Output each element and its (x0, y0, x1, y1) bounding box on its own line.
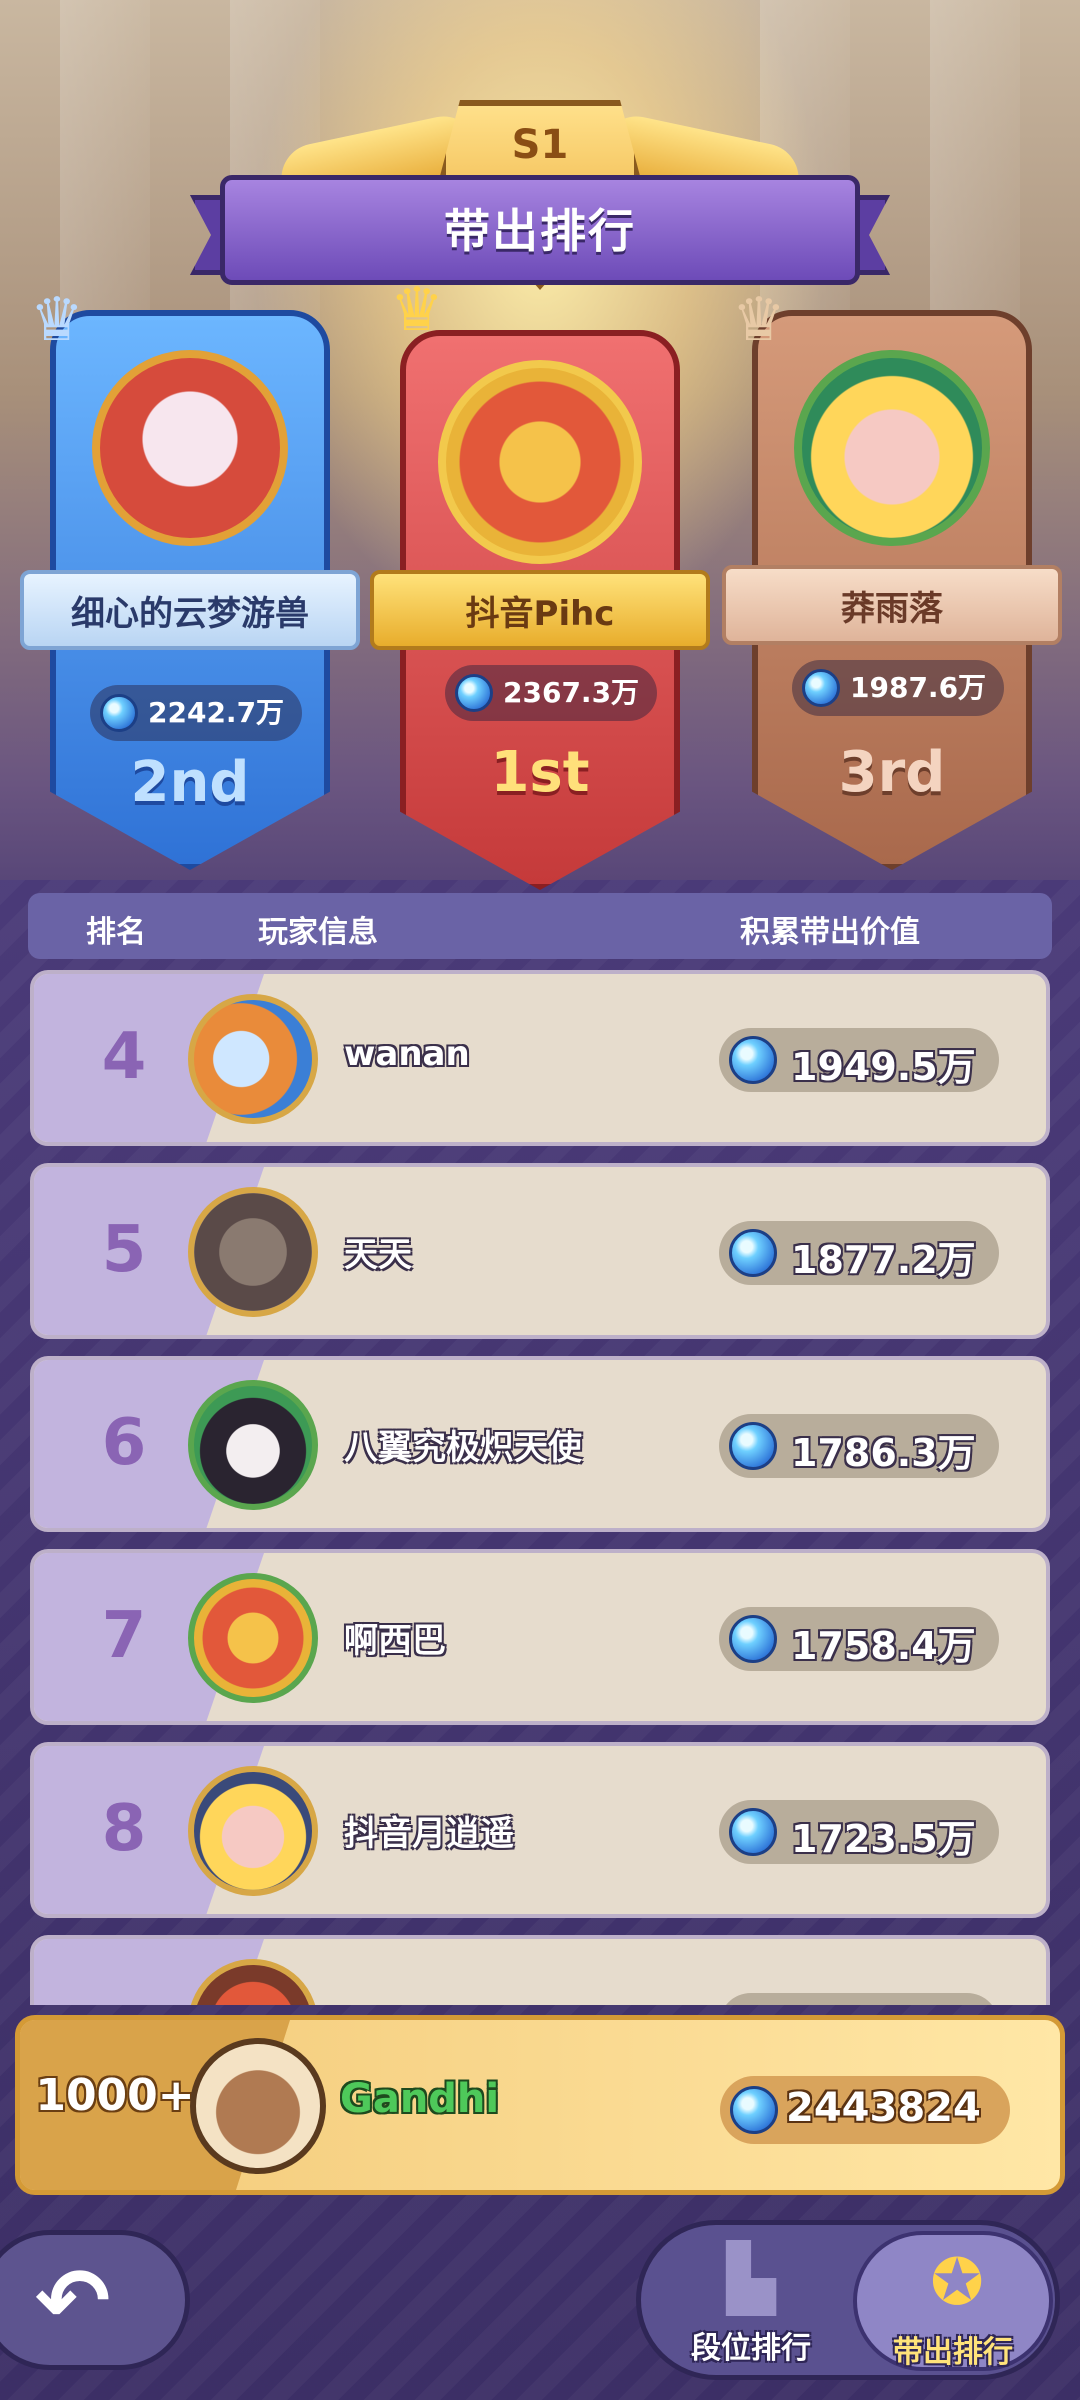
podium-place: 2nd (130, 750, 250, 815)
column-player: 玩家信息 (258, 915, 378, 950)
row-player-name: wanan (344, 1034, 470, 1074)
row-value-text: 1758.4万 (791, 1624, 976, 1668)
row-value: 1877.2万 (719, 1221, 999, 1285)
ranking-list[interactable]: 4 wanan 1949.5万 5 天天 1877.2万 6 八翼究极炽天使 1… (30, 970, 1050, 2005)
row-player-name: 天天 (344, 1235, 412, 1275)
tab-carry-label: 带出排行 (893, 2335, 1013, 2370)
podium-value-text: 2367.3万 (503, 676, 640, 709)
row-value: 1949.5万 (719, 1028, 999, 1092)
avatar (794, 350, 990, 546)
podium-value: 2242.7万 (90, 685, 303, 741)
season-banner: S1 带出排行 (190, 100, 890, 300)
my-value: 2443824 (720, 2076, 1010, 2144)
table-row[interactable]: 6 八翼究极炽天使 1786.3万 (30, 1356, 1050, 1532)
crown-icon: ♛ (30, 285, 84, 355)
gem-icon (802, 669, 840, 707)
back-arrow-icon: ↶ (35, 2249, 111, 2354)
row-rank: 4 (101, 1020, 147, 1094)
row-player-name: 抖音月逍遥 (344, 1814, 514, 1854)
avatar (188, 1187, 318, 1317)
podium-place: 3rd (838, 740, 946, 805)
gem-icon (729, 1036, 777, 1084)
table-row[interactable]: 4 wanan 1949.5万 (30, 970, 1050, 1146)
tab-ranking[interactable]: ▙ 段位排行 (651, 2231, 851, 2371)
gem-icon (455, 674, 493, 712)
podium-player-name: 莽雨落 (722, 565, 1062, 645)
row-player-name: 啊西巴 (344, 1621, 446, 1661)
row-rank: 8 (101, 1792, 147, 1866)
crown-icon: ♛ (390, 275, 444, 345)
avatar (188, 1766, 318, 1896)
gem-icon (729, 1808, 777, 1856)
row-value (719, 1993, 999, 2005)
podium-place: 1st (490, 740, 590, 805)
season-label: S1 (511, 122, 569, 168)
podium-second[interactable]: ♛ 细心的云梦游兽 2242.7万 2nd (20, 290, 360, 880)
row-value: 1786.3万 (719, 1414, 999, 1478)
crown-icon: ♛ (732, 285, 786, 355)
row-value-text: 1723.5万 (791, 1817, 976, 1861)
tab-ranking-label: 段位排行 (691, 2331, 811, 2366)
podium-player-name: 细心的云梦游兽 (20, 570, 360, 650)
row-value: 1758.4万 (719, 1607, 999, 1671)
my-rank-row[interactable]: 1000+ Gandhi 2443824 (15, 2015, 1065, 2195)
avatar (438, 360, 642, 564)
row-value-text: 1877.2万 (791, 1238, 976, 1282)
avatar (188, 994, 318, 1124)
tab-bar: ▙ 段位排行 ✪ 带出排行 (636, 2220, 1060, 2380)
table-row[interactable]: 8 抖音月逍遥 1723.5万 (30, 1742, 1050, 1918)
column-value: 积累带出价值 (740, 915, 920, 950)
podium-value: 2367.3万 (445, 665, 658, 721)
podium-value-text: 2242.7万 (148, 696, 285, 729)
table-header: 排名 玩家信息 积累带出价值 (28, 893, 1052, 959)
table-row[interactable]: 7 啊西巴 1758.4万 (30, 1549, 1050, 1725)
podium-third[interactable]: ♛ 莽雨落 1987.6万 3rd (722, 290, 1062, 880)
gem-icon (729, 1229, 777, 1277)
row-value: 1723.5万 (719, 1800, 999, 1864)
podium-player-name: 抖音Pihc (370, 570, 710, 650)
row-value-text: 1786.3万 (791, 1431, 976, 1475)
avatar (92, 350, 288, 546)
column-rank: 排名 (86, 915, 146, 950)
table-row-partial[interactable] (30, 1935, 1050, 2005)
my-rank: 1000+ (35, 2070, 195, 2121)
my-value-text: 2443824 (786, 2085, 981, 2131)
row-rank: 7 (101, 1599, 147, 1673)
gem-icon (729, 1615, 777, 1663)
avatar (188, 1380, 318, 1510)
row-value-text: 1949.5万 (791, 1045, 976, 1089)
row-rank: 6 (101, 1406, 147, 1480)
podium-icon: ▙ (726, 2242, 776, 2316)
podium-first[interactable]: ♛ 抖音Pihc 2367.3万 1st (370, 280, 710, 890)
tab-carry[interactable]: ✪ 带出排行 (853, 2231, 1053, 2371)
my-player-name: Gandhi (340, 2076, 500, 2122)
avatar (190, 2038, 326, 2174)
medal-icon: ✪ (930, 2246, 984, 2320)
table-row[interactable]: 5 天天 1877.2万 (30, 1163, 1050, 1339)
podium-value-text: 1987.6万 (850, 671, 987, 704)
gem-icon (729, 1422, 777, 1470)
page-title: 带出排行 (444, 204, 636, 258)
avatar (188, 1573, 318, 1703)
gem-icon (730, 2086, 778, 2134)
row-rank: 5 (101, 1213, 147, 1287)
back-button[interactable]: ↶ (0, 2230, 190, 2370)
gem-icon (100, 694, 138, 732)
row-player-name: 八翼究极炽天使 (344, 1428, 582, 1468)
podium-value: 1987.6万 (792, 660, 1005, 716)
